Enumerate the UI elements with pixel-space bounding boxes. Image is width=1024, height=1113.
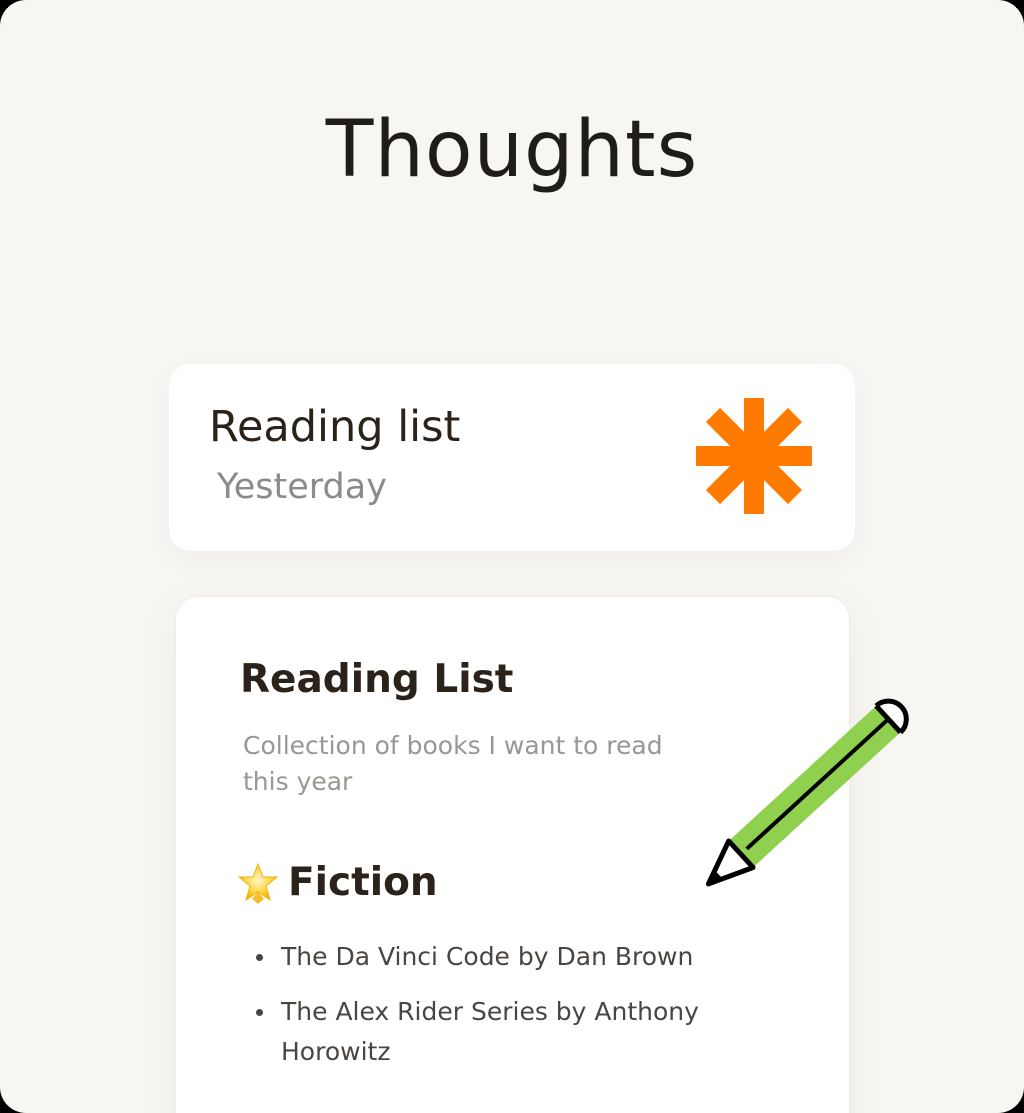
window-corner <box>0 0 8 8</box>
section-heading: Fiction <box>236 861 438 905</box>
note-card-title: Reading list <box>209 402 461 452</box>
document-title: Reading List <box>240 657 514 702</box>
asterisk-icon <box>696 398 812 514</box>
list-item[interactable]: The Alex Rider Series by Anthony Horowit… <box>256 992 736 1072</box>
star-icon <box>237 862 279 904</box>
note-card-reading-list[interactable]: Reading list Yesterday <box>169 364 855 551</box>
app-window: Thoughts Reading list Yesterday Reading … <box>0 0 1024 1113</box>
window-corner <box>1016 0 1024 8</box>
pencil-icon <box>705 698 909 887</box>
list-item[interactable]: The Da Vinci Code by Dan Brown <box>256 937 736 977</box>
document-subtitle: Collection of books I want to read this … <box>243 731 663 796</box>
book-list: The Da Vinci Code by Dan Brown The Alex … <box>256 937 736 1087</box>
page-title: Thoughts <box>325 105 699 195</box>
section-heading-text: Fiction <box>288 859 438 905</box>
note-card-date: Yesterday <box>217 467 387 507</box>
